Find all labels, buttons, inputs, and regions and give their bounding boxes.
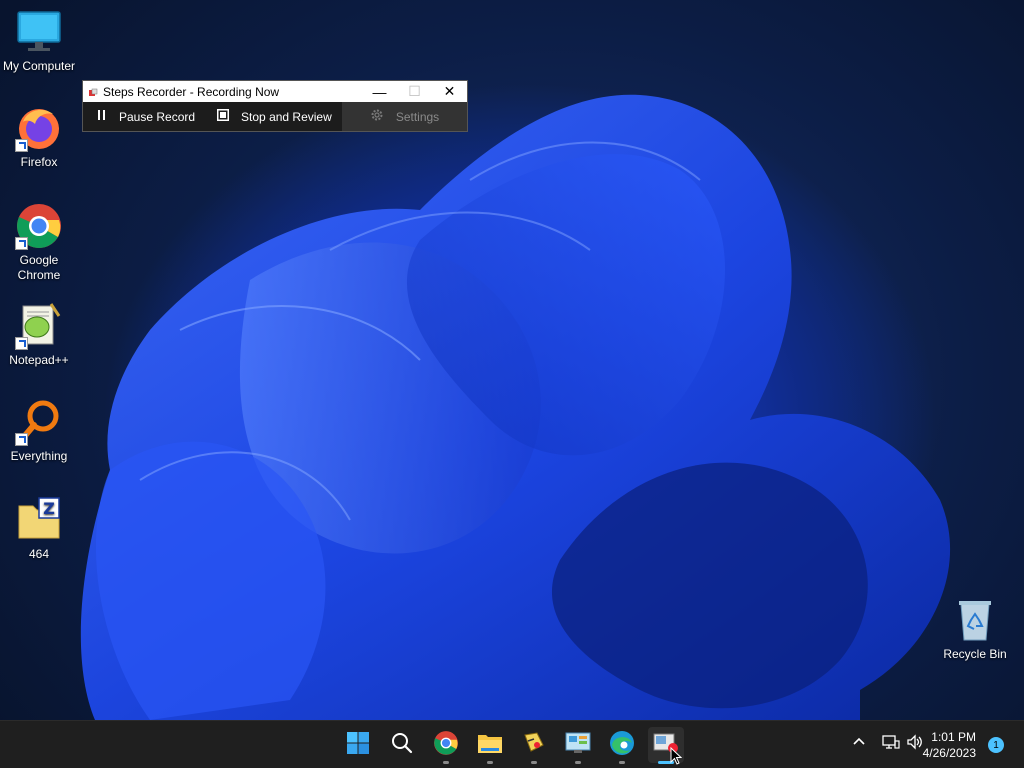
chrome-icon — [433, 730, 459, 761]
desktop-icon-everything[interactable]: Everything — [0, 398, 78, 464]
running-indicator — [443, 761, 449, 764]
steps-recorder-toolbar: Pause Record Stop and Review Settings — [83, 102, 467, 131]
everything-search-icon — [15, 398, 63, 446]
shortcut-arrow-icon — [15, 337, 28, 350]
desktop-icon-label: 464 — [28, 547, 50, 561]
running-indicator — [531, 761, 537, 764]
desktop-icon-label: Google Chrome — [17, 253, 61, 282]
shortcut-arrow-icon — [15, 237, 28, 250]
close-button[interactable]: ✕ — [432, 81, 467, 102]
desktop-icon-firefox[interactable]: Firefox — [0, 104, 78, 170]
desktop-icon-label: Firefox — [20, 155, 58, 169]
mouse-cursor-icon — [670, 747, 682, 765]
taskbar-control-panel[interactable] — [560, 727, 596, 764]
taskbar-search-button[interactable] — [384, 727, 420, 763]
desktop-icon-label: My Computer — [2, 59, 76, 73]
desktop-icon-label: Recycle Bin — [943, 647, 1007, 661]
taskbar-start-button[interactable] — [340, 727, 376, 763]
gear-icon — [370, 108, 384, 125]
edge-icon — [609, 730, 635, 761]
minimize-button[interactable]: — — [362, 81, 397, 102]
taskbar-file-explorer[interactable] — [472, 727, 508, 764]
desktop-icon-label: Everything — [10, 449, 68, 463]
taskbar-edge[interactable] — [604, 727, 640, 764]
taskbar-paint-app[interactable] — [516, 727, 552, 764]
taskbar-chrome[interactable] — [428, 727, 464, 764]
notepadpp-icon — [15, 302, 63, 350]
computer-icon — [15, 8, 63, 56]
running-indicator — [619, 761, 625, 764]
desktop[interactable]: My Computer Firefox Google Chrome Notepa… — [0, 0, 1024, 720]
shortcut-arrow-icon — [15, 139, 28, 152]
running-indicator — [575, 761, 581, 764]
clock-date: 4/26/2023 — [922, 746, 976, 760]
clock-time: 1:01 PM — [931, 730, 976, 744]
firefox-icon — [15, 104, 63, 152]
desktop-icon-notepadpp[interactable]: Notepad++ — [0, 302, 78, 368]
control-panel-icon — [565, 732, 591, 759]
zip-folder-icon: Z — [15, 496, 63, 544]
desktop-icon-recycle-bin[interactable]: Recycle Bin — [936, 596, 1014, 662]
windows-start-icon — [346, 731, 370, 760]
running-indicator — [487, 761, 493, 764]
taskbar: 1:01 PM 4/26/2023 1 — [0, 720, 1024, 768]
chrome-icon — [15, 202, 63, 250]
steps-recorder-app-icon — [88, 87, 98, 97]
recycle-bin-icon — [951, 596, 999, 644]
maximize-button[interactable]: ☐ — [397, 81, 432, 102]
desktop-icon-464[interactable]: Z 464 — [0, 496, 78, 562]
desktop-icon-google-chrome[interactable]: Google Chrome — [0, 202, 78, 283]
system-tray: 1:01 PM 4/26/2023 1 — [824, 721, 1024, 769]
window-title: Steps Recorder - Recording Now — [103, 84, 280, 99]
pause-icon — [97, 109, 107, 124]
paint-app-icon — [522, 731, 546, 760]
settings-label: Settings — [395, 109, 440, 124]
shortcut-arrow-icon — [15, 433, 28, 446]
stop-icon — [217, 109, 230, 124]
network-icon[interactable] — [882, 734, 900, 753]
notification-badge[interactable]: 1 — [988, 737, 1004, 753]
stop-and-review-button[interactable]: Stop and Review — [203, 102, 340, 131]
pause-record-button[interactable]: Pause Record — [83, 102, 203, 131]
desktop-icon-label: Notepad++ — [9, 353, 69, 367]
taskbar-steps-recorder[interactable] — [648, 727, 684, 765]
desktop-icon-my-computer[interactable]: My Computer — [0, 8, 78, 74]
steps-recorder-titlebar[interactable]: Steps Recorder - Recording Now — ☐ ✕ — [83, 81, 467, 102]
show-hidden-icons-chevron-icon[interactable] — [852, 735, 866, 752]
steps-recorder-window[interactable]: Steps Recorder - Recording Now — ☐ ✕ Pau… — [82, 80, 468, 132]
search-icon — [391, 732, 413, 759]
folder-icon — [477, 732, 503, 759]
svg-text:Z: Z — [43, 499, 55, 518]
clock[interactable]: 1:01 PM 4/26/2023 — [906, 729, 976, 761]
pause-record-label: Pause Record — [119, 109, 196, 124]
settings-button[interactable]: Settings — [342, 102, 467, 131]
stop-and-review-label: Stop and Review — [241, 109, 332, 124]
